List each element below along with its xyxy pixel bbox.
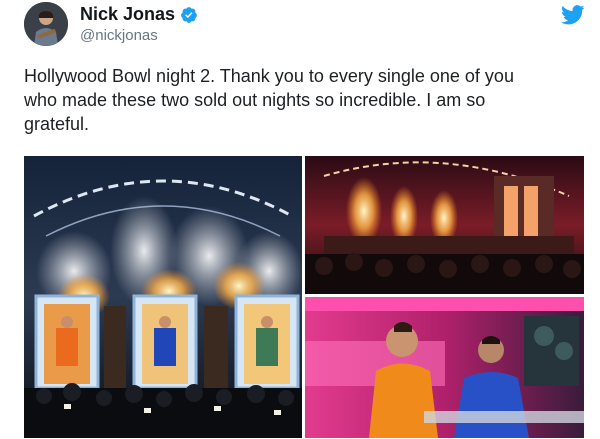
avatar[interactable] (24, 2, 68, 46)
author-handle[interactable]: @nickjonas (80, 27, 158, 44)
author-name-row[interactable]: Nick Jonas (80, 4, 198, 25)
display-name[interactable]: Nick Jonas (80, 4, 175, 25)
twitter-bird-icon[interactable] (561, 4, 585, 26)
tweet-card: Nick Jonas @nickjonas Hollywood Bowl nig… (0, 0, 600, 439)
media-photo-stage-doors[interactable] (24, 156, 303, 438)
verified-badge-icon (181, 6, 197, 23)
media-photo-crowd-fireworks[interactable] (305, 156, 584, 294)
media-grid[interactable] (24, 156, 584, 438)
tweet-text: Hollywood Bowl night 2. Thank you to eve… (24, 66, 514, 134)
media-photo-performers[interactable] (305, 297, 584, 438)
